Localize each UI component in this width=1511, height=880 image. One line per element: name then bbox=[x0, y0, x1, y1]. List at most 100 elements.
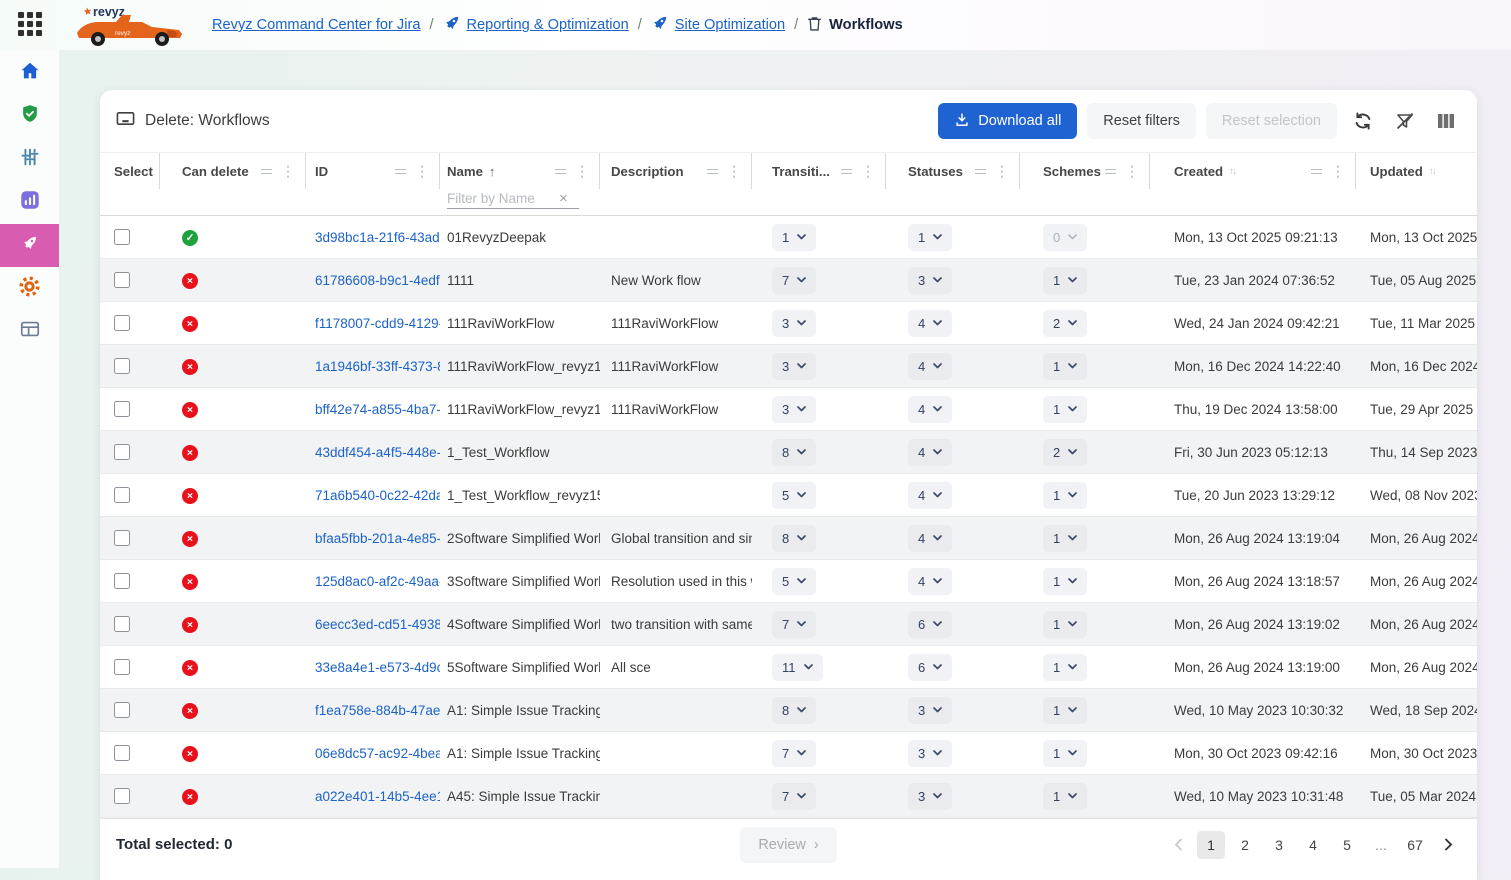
page-button-67[interactable]: 67 bbox=[1401, 831, 1429, 859]
breadcrumb-link[interactable]: Revyz Command Center for Jira bbox=[212, 17, 420, 33]
app-grid-icon[interactable] bbox=[18, 12, 44, 38]
count-dropdown[interactable]: 1 bbox=[1043, 353, 1087, 380]
row-select-checkbox[interactable] bbox=[114, 745, 130, 761]
row-select-checkbox[interactable] bbox=[114, 401, 130, 417]
workflow-id-link[interactable]: 43ddf454-a4f5-448e-a bbox=[315, 445, 440, 460]
page-button-3[interactable]: 3 bbox=[1265, 831, 1293, 859]
count-dropdown[interactable]: 1 bbox=[908, 224, 952, 251]
download-all-button[interactable]: Download all bbox=[938, 103, 1077, 139]
row-select-checkbox[interactable] bbox=[114, 444, 130, 460]
count-dropdown[interactable]: 1 bbox=[1043, 267, 1087, 294]
count-dropdown[interactable]: 4 bbox=[908, 310, 952, 337]
row-select-checkbox[interactable] bbox=[114, 659, 130, 675]
column-menu-icon[interactable]: ⋮ bbox=[281, 164, 295, 178]
workflow-id-link[interactable]: 125d8ac0-af2c-49aa-b bbox=[315, 574, 440, 589]
row-select-checkbox[interactable] bbox=[114, 616, 130, 632]
count-dropdown[interactable]: 4 bbox=[908, 353, 952, 380]
column-header-updated[interactable]: Updated↑↓ bbox=[1356, 153, 1477, 189]
column-header-name[interactable]: Name↑⋮ bbox=[440, 153, 600, 189]
row-select-checkbox[interactable] bbox=[114, 315, 130, 331]
column-menu-icon[interactable]: ⋮ bbox=[415, 164, 429, 178]
sort-icon[interactable]: ↑↓ bbox=[1229, 166, 1235, 177]
workflow-id-link[interactable]: a022e401-14b5-4ee1-a bbox=[315, 789, 440, 804]
count-dropdown[interactable]: 7 bbox=[772, 783, 816, 810]
workflow-id-link[interactable]: bff42e74-a855-4ba7-8 bbox=[315, 402, 440, 417]
count-dropdown[interactable]: 7 bbox=[772, 740, 816, 767]
columns-icon[interactable] bbox=[1431, 109, 1461, 133]
count-dropdown[interactable]: 3 bbox=[772, 353, 816, 380]
sidebar-item-home[interactable] bbox=[0, 52, 59, 95]
column-header-schemes[interactable]: Schemes⋮ bbox=[1020, 153, 1150, 189]
count-dropdown[interactable]: 3 bbox=[772, 310, 816, 337]
sidebar-item-table[interactable] bbox=[0, 310, 59, 353]
count-dropdown[interactable]: 1 bbox=[1043, 611, 1087, 638]
name-filter-input[interactable] bbox=[447, 191, 559, 206]
row-select-checkbox[interactable] bbox=[114, 530, 130, 546]
breadcrumb-link[interactable]: Reporting & Optimization bbox=[443, 15, 629, 36]
column-header-description[interactable]: Description⋮ bbox=[600, 153, 752, 189]
column-menu-icon[interactable]: ⋮ bbox=[575, 164, 589, 178]
count-dropdown[interactable]: 4 bbox=[908, 482, 952, 509]
workflow-id-link[interactable]: 06e8dc57-ac92-4bea-b bbox=[315, 746, 440, 761]
row-select-checkbox[interactable] bbox=[114, 272, 130, 288]
filter-off-icon[interactable] bbox=[1389, 107, 1421, 135]
count-dropdown[interactable]: 1 bbox=[1043, 525, 1087, 552]
row-select-checkbox[interactable] bbox=[114, 573, 130, 589]
count-dropdown[interactable]: 8 bbox=[772, 697, 816, 724]
workflow-id-link[interactable]: 6eecc3ed-cd51-4938-8 bbox=[315, 617, 440, 632]
workflow-id-link[interactable]: 61786608-b9c1-4edf-a bbox=[315, 273, 440, 288]
page-button-4[interactable]: 4 bbox=[1299, 831, 1327, 859]
chevron-right-icon[interactable] bbox=[1435, 831, 1461, 859]
filter-icon[interactable] bbox=[395, 169, 406, 174]
filter-icon[interactable] bbox=[555, 169, 566, 174]
page-button-5[interactable]: 5 bbox=[1333, 831, 1361, 859]
review-button[interactable]: Review › bbox=[740, 827, 836, 863]
workflow-id-link[interactable]: 71a6b540-0c22-42da-b bbox=[315, 488, 440, 503]
count-dropdown[interactable]: 2 bbox=[1043, 439, 1087, 466]
filter-icon[interactable] bbox=[707, 169, 718, 174]
chevron-left-icon[interactable] bbox=[1165, 831, 1191, 859]
breadcrumb-link[interactable]: Site Optimization bbox=[651, 15, 785, 36]
count-dropdown[interactable]: 1 bbox=[1043, 783, 1087, 810]
column-header-id[interactable]: ID⋮ bbox=[306, 153, 440, 189]
count-dropdown[interactable]: 4 bbox=[908, 525, 952, 552]
count-dropdown[interactable]: 3 bbox=[908, 697, 952, 724]
column-header-statuses[interactable]: Statuses⋮ bbox=[886, 153, 1020, 189]
clear-filter-icon[interactable]: × bbox=[559, 191, 568, 206]
count-dropdown[interactable]: 5 bbox=[772, 482, 816, 509]
sidebar-item-gear[interactable] bbox=[0, 267, 59, 310]
count-dropdown[interactable]: 1 bbox=[1043, 697, 1087, 724]
row-select-checkbox[interactable] bbox=[114, 788, 130, 804]
sidebar-item-shield[interactable] bbox=[0, 95, 59, 138]
column-menu-icon[interactable]: ⋮ bbox=[1331, 164, 1345, 178]
column-menu-icon[interactable]: ⋮ bbox=[1125, 164, 1139, 178]
count-dropdown[interactable]: 3 bbox=[772, 396, 816, 423]
count-dropdown[interactable]: 1 bbox=[1043, 396, 1087, 423]
count-dropdown[interactable]: 6 bbox=[908, 654, 952, 681]
workflow-id-link[interactable]: bfaa5fbb-201a-4e85-9 bbox=[315, 531, 440, 546]
column-menu-icon[interactable]: ⋮ bbox=[995, 164, 1009, 178]
workflow-id-link[interactable]: f1ea758e-884b-47ae-a bbox=[315, 703, 440, 718]
count-dropdown[interactable]: 3 bbox=[908, 740, 952, 767]
reset-selection-button[interactable]: Reset selection bbox=[1206, 103, 1337, 139]
filter-icon[interactable] bbox=[1311, 169, 1322, 174]
filter-icon[interactable] bbox=[261, 169, 272, 174]
sort-asc-icon[interactable]: ↑ bbox=[489, 164, 496, 179]
count-dropdown[interactable]: 4 bbox=[908, 568, 952, 595]
row-select-checkbox[interactable] bbox=[114, 229, 130, 245]
filter-icon[interactable] bbox=[975, 169, 986, 174]
row-select-checkbox[interactable] bbox=[114, 358, 130, 374]
filter-icon[interactable] bbox=[1105, 169, 1116, 174]
column-header-can_delete[interactable]: Can delete⋮ bbox=[160, 153, 306, 189]
count-dropdown[interactable]: 3 bbox=[908, 783, 952, 810]
count-dropdown[interactable]: 11 bbox=[772, 654, 823, 681]
sidebar-item-rocket[interactable] bbox=[0, 224, 59, 267]
sort-icon[interactable]: ↑↓ bbox=[1429, 166, 1435, 177]
count-dropdown[interactable]: 8 bbox=[772, 525, 816, 552]
row-select-checkbox[interactable] bbox=[114, 487, 130, 503]
column-header-select[interactable]: Select bbox=[100, 153, 160, 189]
workflow-id-link[interactable]: 3d98bc1a-21f6-43ad-b bbox=[315, 230, 440, 245]
filter-icon[interactable] bbox=[841, 169, 852, 174]
count-dropdown[interactable]: 6 bbox=[908, 611, 952, 638]
workflow-id-link[interactable]: f1178007-cdd9-4129-a bbox=[315, 316, 440, 331]
